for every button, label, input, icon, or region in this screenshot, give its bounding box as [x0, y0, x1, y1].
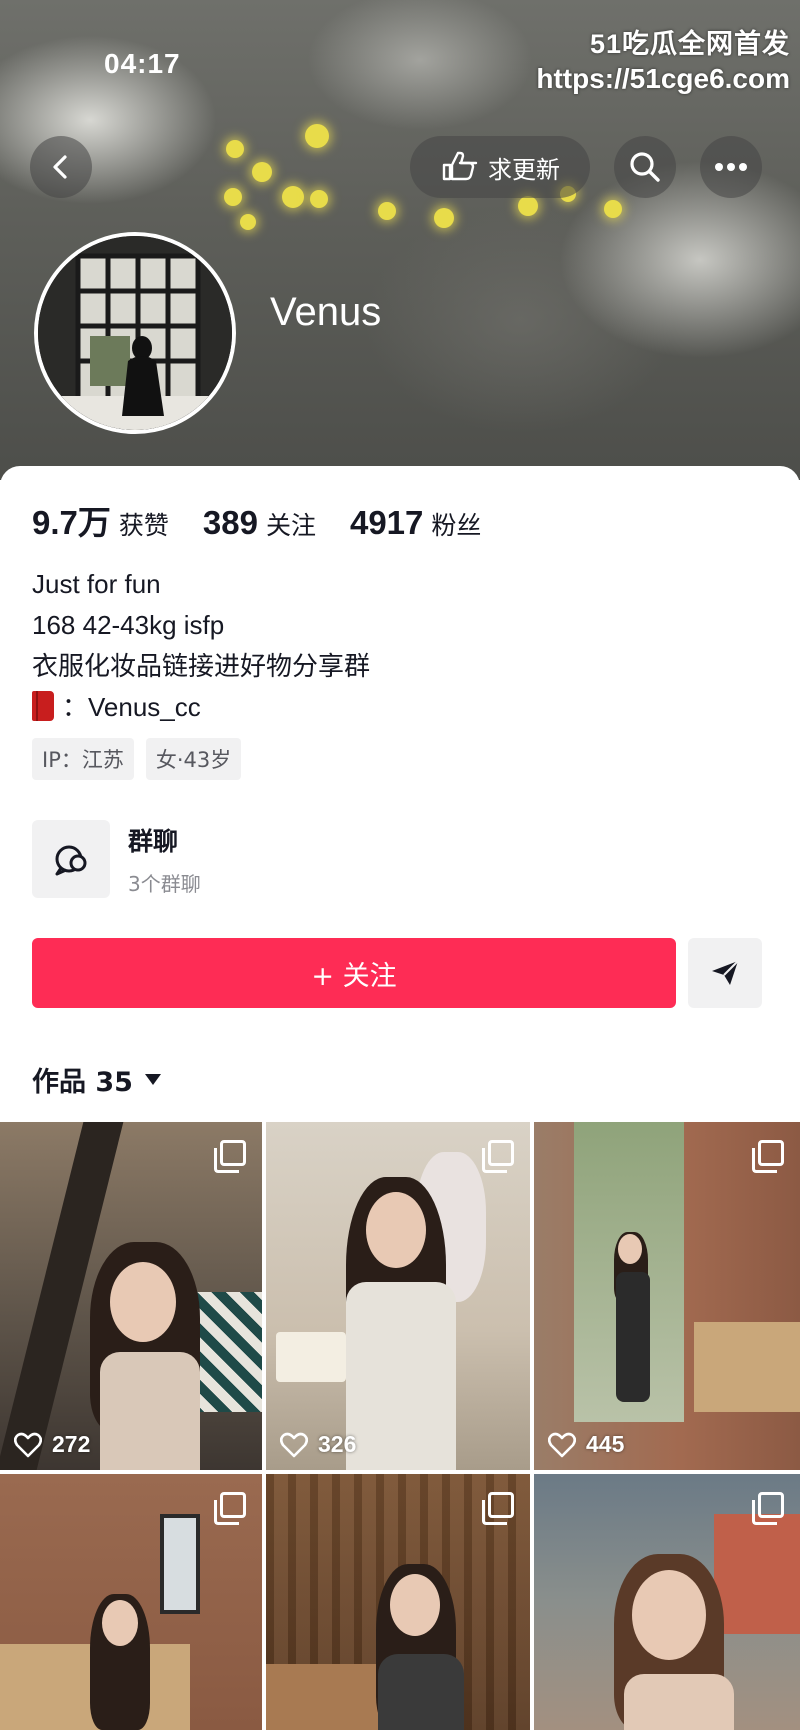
post-background	[714, 1514, 800, 1634]
stat-followers[interactable]: 4917 粉丝	[350, 504, 481, 542]
stat-following[interactable]: 389 关注	[203, 504, 316, 542]
post-background	[266, 1664, 386, 1730]
post-tile[interactable]: 445	[534, 1122, 800, 1470]
post-tile[interactable]: 326	[266, 1122, 530, 1470]
back-button[interactable]	[30, 136, 92, 198]
tab-works-label: 作品 35	[32, 1067, 133, 1098]
bio-line: 168 42-43kg isfp	[32, 610, 225, 640]
bokeh-light	[518, 196, 538, 216]
bio-line: ：Venus_cc	[32, 687, 370, 728]
post-background	[190, 1292, 262, 1412]
multi-image-icon	[214, 1492, 246, 1525]
username: Venus	[270, 290, 382, 334]
avatar-image	[38, 236, 232, 430]
group-chat-title: 群聊	[128, 826, 179, 856]
bokeh-light	[378, 202, 396, 220]
bokeh-light	[226, 140, 244, 158]
profile-stats: 9.7万 获赞 389 关注 4917 粉丝	[32, 496, 515, 544]
avatar[interactable]	[34, 232, 236, 434]
post-figure	[100, 1352, 200, 1470]
stat-label: 获赞	[118, 511, 169, 540]
post-figure	[366, 1192, 426, 1268]
post-background	[160, 1514, 200, 1614]
heart-icon	[14, 1432, 42, 1457]
stat-likes: 9.7万 获赞	[32, 496, 169, 544]
bokeh-light	[224, 188, 242, 206]
post-figure	[346, 1282, 456, 1470]
stat-value: 4917	[349, 504, 424, 541]
request-update-label: 求更新	[488, 155, 560, 184]
bokeh-light	[305, 124, 329, 148]
bio-line-text: ：Venus_cc	[62, 692, 201, 722]
post-tile[interactable]	[534, 1474, 800, 1730]
profile-cover: 04:17 51吃瓜全网首发 https://51cge6.com 求更新 Ve…	[0, 0, 800, 480]
post-figure	[618, 1234, 642, 1264]
post-like-count: 445	[586, 1431, 625, 1457]
post-like-count: 272	[52, 1431, 91, 1457]
post-figure	[390, 1574, 440, 1636]
multi-image-icon	[214, 1140, 246, 1173]
post-figure	[102, 1600, 138, 1646]
bokeh-light	[434, 208, 454, 228]
search-icon	[630, 152, 660, 182]
post-background	[276, 1332, 346, 1382]
watermark: 51吃瓜全网首发 https://51cge6.com	[536, 22, 790, 95]
post-figure	[632, 1570, 706, 1660]
share-button[interactable]	[688, 938, 762, 1008]
post-figure	[110, 1262, 176, 1342]
post-tile[interactable]	[0, 1474, 262, 1730]
ip-location-tag: IP：江苏	[32, 738, 134, 780]
post-figure	[378, 1654, 464, 1730]
multi-image-icon	[752, 1492, 784, 1525]
multi-image-icon	[752, 1140, 784, 1173]
status-time: 04:17	[104, 48, 181, 79]
red-book-icon	[32, 691, 54, 721]
post-likes: 326	[280, 1431, 356, 1458]
watermark-url: https://51cge6.com	[536, 63, 790, 94]
bio-line: Just for fun	[32, 569, 161, 599]
profile-tags: IP：江苏 女·43岁	[32, 738, 242, 780]
post-figure	[616, 1272, 650, 1402]
group-chat-entry[interactable]: 群聊 3个群聊	[32, 820, 201, 898]
post-like-count: 326	[318, 1431, 357, 1457]
stat-label: 粉丝	[431, 511, 482, 540]
profile-bio: Just for fun 168 42-43kg isfp 衣服化妆品链接进好物…	[32, 564, 370, 728]
bokeh-light	[240, 214, 256, 230]
bokeh-light	[310, 190, 328, 208]
bokeh-light	[252, 162, 272, 182]
group-chat-count: 3个群聊	[128, 871, 201, 896]
post-tile[interactable]: 272	[0, 1122, 262, 1470]
request-update-button[interactable]: 求更新	[410, 136, 590, 198]
chevron-left-icon	[53, 155, 67, 179]
multi-image-icon	[482, 1492, 514, 1525]
group-chat-icon	[32, 820, 110, 898]
post-background	[694, 1322, 800, 1412]
post-likes: 445	[548, 1431, 624, 1458]
stat-label: 关注	[265, 511, 316, 540]
search-button[interactable]	[614, 136, 676, 198]
post-tile[interactable]	[266, 1474, 530, 1730]
stat-value: 9.7万	[32, 504, 111, 541]
post-grid: 272 326 445	[0, 1122, 800, 1730]
stat-value: 389	[202, 504, 258, 541]
gender-age-tag: 女·43岁	[145, 738, 242, 780]
caret-down-icon	[144, 1074, 161, 1085]
heart-icon	[548, 1432, 576, 1457]
bokeh-light	[282, 186, 304, 208]
follow-button[interactable]: + 关注	[32, 938, 676, 1008]
bokeh-light	[604, 200, 622, 218]
tab-works[interactable]: 作品 35	[32, 1060, 161, 1099]
hand-point-icon	[442, 151, 478, 181]
watermark-title: 51吃瓜全网首发	[589, 29, 790, 59]
more-button[interactable]	[700, 136, 762, 198]
bio-line: 衣服化妆品链接进好物分享群	[32, 651, 371, 681]
post-likes: 272	[14, 1431, 90, 1458]
heart-icon	[280, 1432, 308, 1457]
more-icon	[715, 163, 747, 171]
send-icon	[712, 960, 739, 985]
multi-image-icon	[482, 1140, 514, 1173]
post-figure	[624, 1674, 734, 1730]
